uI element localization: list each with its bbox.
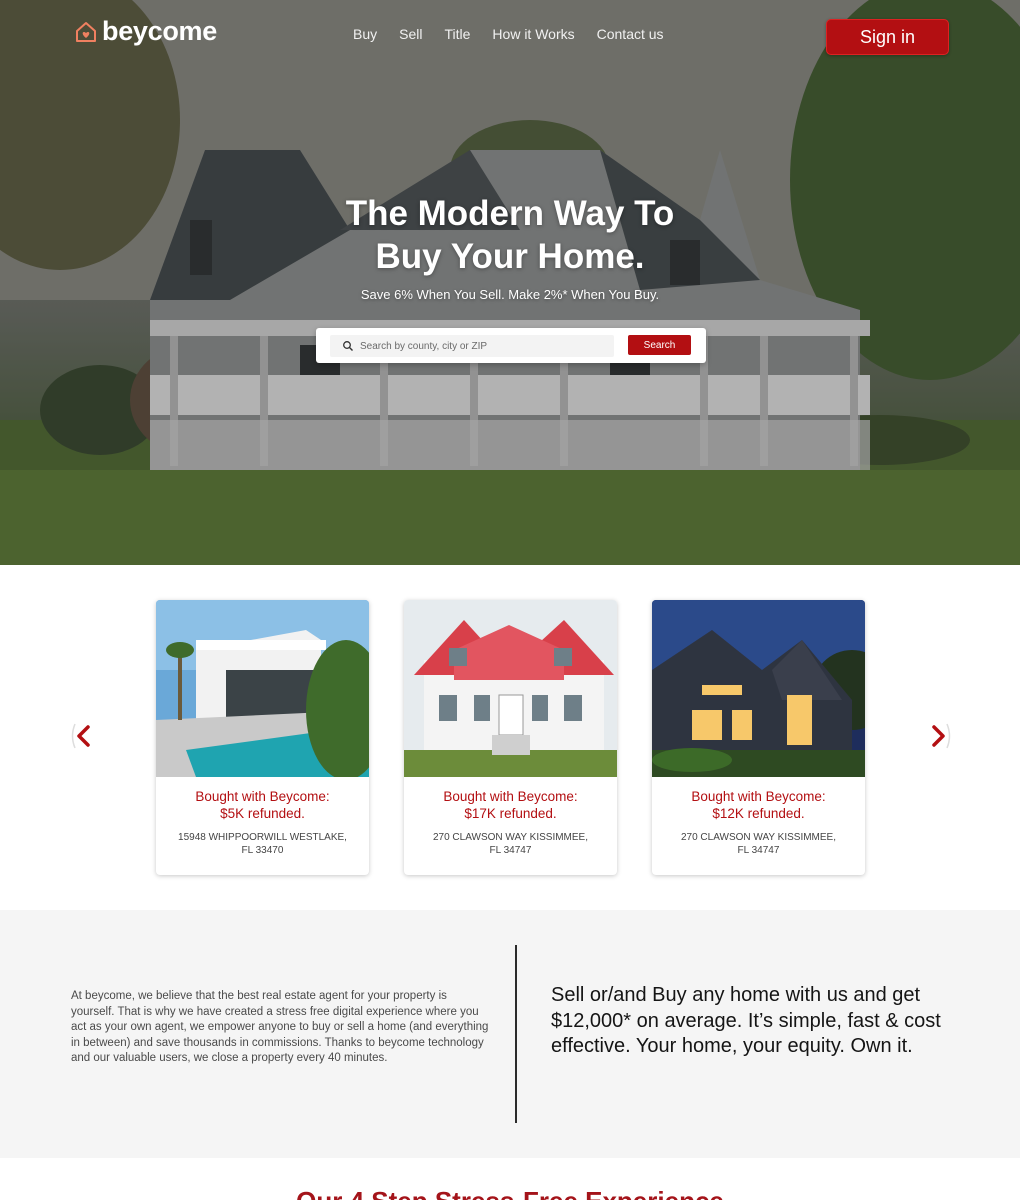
about-section: At beycome, we believe that the best rea… <box>0 910 1020 1158</box>
property-photo-cottage <box>404 600 617 777</box>
nav-item-how-it-works[interactable]: How it Works <box>492 26 574 42</box>
value-proposition: Sell or/and Buy any home with us and get… <box>551 984 941 1057</box>
hero-subtitle: Save 6% When You Sell. Make 2%* When You… <box>360 287 660 302</box>
brand-logo[interactable]: beycome <box>74 16 217 47</box>
card-headline: Bought with Beycome: $5K refunded. <box>195 789 330 821</box>
hero-title: The Modern Way To Buy Your Home. <box>345 194 675 276</box>
hero-section: beycome Buy Sell Title How it Works Cont… <box>0 0 1020 565</box>
chevron-left-icon[interactable] <box>68 720 98 752</box>
nav-item-title[interactable]: Title <box>444 26 470 42</box>
house-heart-icon <box>76 21 96 42</box>
chevron-right-icon[interactable] <box>924 720 954 752</box>
section-divider <box>515 945 517 1123</box>
card-address: 270 CLAWSON WAY KISSIMMEE, FL 34747 <box>432 832 589 856</box>
search-icon <box>343 341 353 351</box>
nav-item-buy[interactable]: Buy <box>353 26 377 42</box>
recent-sales-carousel: Bought with Beycome: $5K refunded. 15948… <box>0 565 1020 910</box>
logo-text: beycome <box>102 16 217 46</box>
search-input[interactable] <box>360 340 600 352</box>
nav-item-contact-us[interactable]: Contact us <box>597 26 664 42</box>
property-card[interactable]: Bought with Beycome: $5K refunded. 15948… <box>156 600 369 875</box>
search-button[interactable]: Search <box>628 335 691 355</box>
card-headline: Bought with Beycome: $17K refunded. <box>443 789 578 821</box>
search-bar: Search <box>316 328 706 363</box>
hero-overlay <box>0 0 1020 565</box>
steps-heading: Our 4 Step Stress-Free Experience <box>0 1186 1020 1200</box>
sign-in-button[interactable]: Sign in <box>826 19 949 55</box>
property-photo-modern <box>156 600 369 777</box>
property-card[interactable]: Bought with Beycome: $17K refunded. 270 … <box>404 600 617 875</box>
search-field-wrapper <box>330 335 614 357</box>
about-paragraph: At beycome, we believe that the best rea… <box>71 990 489 1064</box>
property-photo-night <box>652 600 865 777</box>
card-address: 270 CLAWSON WAY KISSIMMEE, FL 34747 <box>680 832 837 856</box>
property-card[interactable]: Bought with Beycome: $12K refunded. 270 … <box>652 600 865 875</box>
card-headline: Bought with Beycome: $12K refunded. <box>691 789 826 821</box>
main-nav: Buy Sell Title How it Works Contact us <box>353 26 686 42</box>
nav-item-sell[interactable]: Sell <box>399 26 422 42</box>
card-address: 15948 WHIPPOORWILL WESTLAKE, FL 33470 <box>178 832 347 856</box>
